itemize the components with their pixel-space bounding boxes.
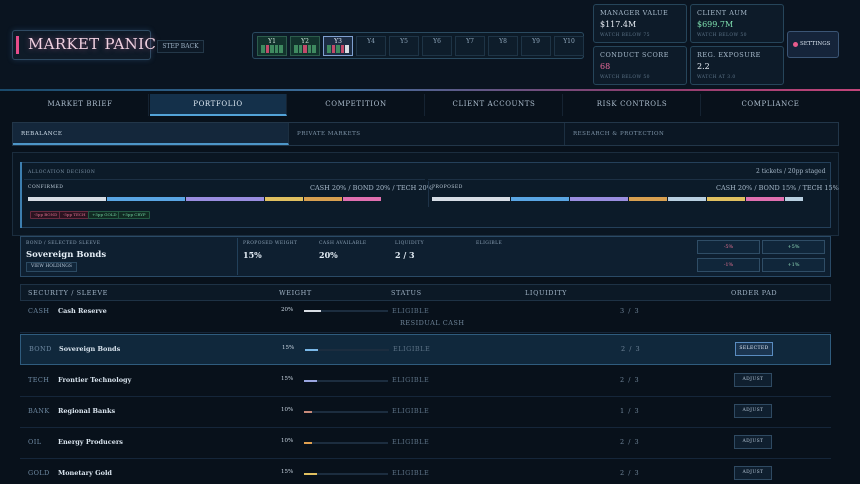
proposed-weight-block: PROPOSED WEIGHT 15%: [243, 241, 298, 260]
confirmed-label: CONFIRMED: [28, 185, 64, 190]
chip-bond: -5pp BOND: [30, 211, 62, 219]
adjust-button[interactable]: ADJUST: [734, 373, 772, 387]
minus-5-button[interactable]: -5%: [697, 240, 760, 254]
year-y7[interactable]: Y7: [455, 36, 485, 56]
year-y1[interactable]: Y1: [257, 36, 287, 56]
table-row[interactable]: CASH Cash Reserve 20% ELIGIBLE RESIDUAL …: [20, 302, 831, 333]
sleeve-name-block: BOND / SELECTED SLEEVE Sovereign Bonds: [26, 241, 107, 260]
adjust-button[interactable]: ADJUST: [734, 435, 772, 449]
year-y8[interactable]: Y8: [488, 36, 518, 56]
kpi-conduct-score: CONDUCT SCORE 68 WATCH BELOW 50: [593, 46, 687, 85]
col-order-pad: ORDER PAD: [731, 289, 778, 297]
adjust-button[interactable]: ADJUST: [734, 404, 772, 418]
confirmed-allocation-bar: [28, 197, 420, 201]
eligible-block: ELIGIBLE: [476, 241, 503, 246]
kpi-client-aum: CLIENT AUM $699.7M WATCH BELOW 50: [690, 4, 784, 43]
selected-button[interactable]: SELECTED: [735, 342, 773, 356]
sleeve-divider: [237, 238, 238, 275]
year-y10[interactable]: Y10: [554, 36, 584, 56]
year-y5[interactable]: Y5: [389, 36, 419, 56]
tab-portfolio[interactable]: PORTFOLIO: [150, 94, 287, 116]
plus-1-button[interactable]: +1%: [762, 258, 825, 272]
kpi-manager-value: MANAGER VALUE $117.4M WATCH BELOW 75: [593, 4, 687, 43]
settings-indicator-icon: [793, 42, 798, 47]
chip-cryp: +5pp CRYP: [118, 211, 150, 219]
chip-tech: -5pp TECH: [59, 211, 90, 219]
subtab-research-protection[interactable]: RESEARCH & PROTECTION: [565, 123, 838, 145]
table-row[interactable]: OIL Energy Producers 10% ELIGIBLE 2 / 3 …: [20, 428, 831, 459]
step-back-button[interactable]: STEP BACK: [157, 40, 204, 53]
col-weight: WEIGHT: [279, 289, 312, 297]
year-y3[interactable]: Y3: [323, 36, 353, 56]
table-row-selected[interactable]: BOND Sovereign Bonds 15% ELIGIBLE 2 / 3 …: [20, 334, 831, 365]
tab-compliance[interactable]: COMPLIANCE: [702, 94, 839, 116]
chip-gold: +5pp GOLD: [88, 211, 121, 219]
col-liquidity: LIQUIDITY: [525, 289, 568, 297]
weight-bar: [305, 349, 389, 351]
plus-5-button[interactable]: +5%: [762, 240, 825, 254]
view-holdings-button[interactable]: VIEW HOLDINGS: [26, 262, 77, 272]
tab-client-accounts[interactable]: CLIENT ACCOUNTS: [426, 94, 563, 116]
sleeve-name: Sovereign Bonds: [26, 250, 107, 260]
kpi-reg-exposure: REG. EXPOSURE 2.2 WATCH AT 3.0: [690, 46, 784, 85]
tab-risk-controls[interactable]: RISK CONTROLS: [564, 94, 701, 116]
col-status: STATUS: [391, 289, 422, 297]
weight-bar: [304, 310, 388, 312]
app-title: MARKET PANIC: [28, 35, 157, 53]
year-y4[interactable]: Y4: [356, 36, 386, 56]
confirmed-summary: CASH 20% / BOND 20% / TECH 20%: [310, 184, 433, 192]
sub-tab-bar: REBALANCE PRIVATE MARKETS RESEARCH & PRO…: [12, 122, 839, 146]
year-y2[interactable]: Y2: [290, 36, 320, 56]
liquidity-block: LIQUIDITY 2 / 3: [395, 241, 424, 260]
proposed-summary: CASH 20% / BOND 15% / TECH 15%: [716, 184, 839, 192]
proposed-label: PROPOSED: [432, 185, 463, 190]
holdings-table-header: [20, 284, 831, 301]
proposed-allocation-bar: [432, 197, 824, 201]
subtab-rebalance[interactable]: REBALANCE: [13, 123, 289, 145]
adjust-button[interactable]: ADJUST: [734, 466, 772, 480]
table-row[interactable]: GOLD Monetary Gold 15% ELIGIBLE 2 / 3 AD…: [20, 459, 831, 484]
table-row[interactable]: TECH Frontier Technology 15% ELIGIBLE 2 …: [20, 366, 831, 397]
weight-bar: [304, 411, 388, 413]
subtab-private-markets[interactable]: PRIVATE MARKETS: [289, 123, 565, 145]
tab-market-brief[interactable]: MARKET BRIEF: [12, 94, 149, 116]
year-timeline: Y1 Y2 Y3 Y4 Y5 Y6 Y7 Y8 Y9 Y10: [252, 32, 584, 59]
weight-bar: [304, 380, 388, 382]
weight-bar: [304, 442, 388, 444]
cash-available-block: CASH AVAILABLE 20%: [319, 241, 367, 260]
allocation-divider: [428, 181, 429, 207]
top-bar-divider: [0, 89, 860, 91]
tab-competition[interactable]: COMPETITION: [288, 94, 425, 116]
logo-accent: [16, 36, 19, 54]
minus-1-button[interactable]: -1%: [697, 258, 760, 272]
table-row[interactable]: BANK Regional Banks 10% ELIGIBLE 1 / 3 A…: [20, 397, 831, 428]
allocation-accent: [20, 162, 22, 228]
weight-bar: [304, 473, 388, 475]
col-security: SECURITY / SLEEVE: [28, 289, 108, 297]
allocation-label: ALLOCATION DECISION: [28, 170, 96, 175]
year-y9[interactable]: Y9: [521, 36, 551, 56]
year-y6[interactable]: Y6: [422, 36, 452, 56]
staged-summary: 2 tickets / 20pp staged: [756, 168, 826, 175]
